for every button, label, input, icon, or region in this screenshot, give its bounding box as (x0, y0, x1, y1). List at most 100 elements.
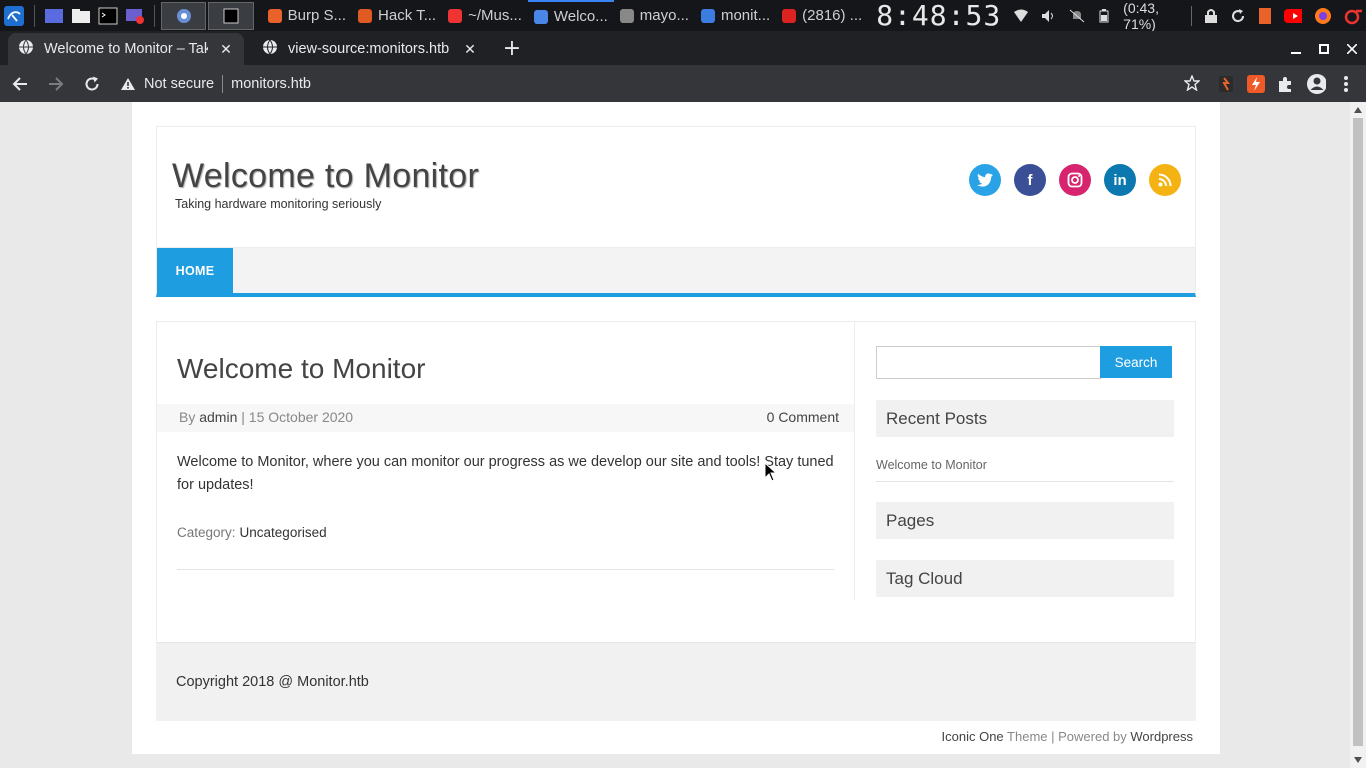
pages-title: Pages (876, 502, 1174, 539)
rss-icon[interactable] (1149, 164, 1181, 196)
linkedin-icon[interactable]: in (1104, 164, 1136, 196)
page-viewport: Welcome to Monitor Taking hardware monit… (0, 102, 1350, 768)
extensions-area (1216, 73, 1356, 94)
close-icon[interactable]: ✕ (462, 41, 478, 57)
wappalyzer-extension-icon[interactable] (1246, 74, 1266, 94)
maximize-icon[interactable] (1310, 44, 1338, 54)
recent-post-link[interactable]: Welcome to Monitor (876, 458, 987, 472)
wifi-icon[interactable] (1013, 7, 1029, 25)
recent-posts-divider (876, 481, 1174, 482)
post-date[interactable]: 15 October 2020 (249, 409, 353, 425)
site-title[interactable]: Welcome to Monitor (172, 157, 479, 196)
back-button[interactable] (4, 68, 36, 100)
window-controls (1282, 33, 1366, 65)
terminal-icon[interactable] (97, 4, 118, 28)
notifications-muted-icon[interactable] (1069, 7, 1085, 25)
app-tray-icon[interactable] (1344, 7, 1363, 25)
taskbar-task[interactable]: Burp S... (262, 0, 352, 31)
facebook-icon[interactable]: f (1014, 164, 1046, 196)
new-tab-button[interactable]: + (498, 34, 526, 62)
reload-button[interactable] (76, 68, 108, 100)
scroll-up-icon[interactable] (1350, 102, 1366, 118)
app-icon (533, 9, 548, 24)
nav-home[interactable]: HOME (157, 248, 233, 294)
search-form: Search (876, 346, 1172, 379)
taskbar-task[interactable]: ~/Mus... (442, 0, 528, 31)
recent-posts-title: Recent Posts (876, 400, 1174, 437)
youtube-tray-icon[interactable] (1284, 7, 1303, 25)
firefox-tray-icon[interactable] (1314, 7, 1332, 25)
scroll-down-icon[interactable] (1350, 752, 1366, 768)
kali-menu-icon[interactable] (3, 4, 25, 28)
taskbar-task[interactable]: mayo... (614, 0, 695, 31)
close-icon[interactable]: ✕ (218, 41, 234, 57)
search-button[interactable]: Search (1100, 346, 1172, 378)
footer-credits: Iconic One Theme | Powered by Wordpress (942, 729, 1193, 744)
bookmark-star-icon[interactable] (1183, 73, 1201, 95)
page-scrollbar[interactable] (1350, 102, 1366, 768)
category-link[interactable]: Uncategorised (240, 525, 327, 540)
content-area: Welcome to Monitor By admin | 15 October… (156, 321, 1196, 641)
tab-view-source[interactable]: view-source:monitors.htb ✕ (252, 33, 488, 65)
menu-kebab-icon[interactable] (1336, 74, 1356, 94)
lock-icon[interactable] (1204, 7, 1218, 25)
battery-status: (0:43, 71%) (1123, 0, 1159, 32)
taskbar-task-label: mayo... (639, 7, 689, 24)
volume-icon[interactable] (1041, 7, 1057, 25)
screen-recorder-icon[interactable] (124, 4, 145, 28)
app-icon (782, 8, 797, 23)
app-icon (619, 8, 634, 23)
system-tray: (0:43, 71%) (1009, 0, 1366, 32)
workspace-1[interactable] (160, 1, 207, 30)
url-text[interactable]: monitors.htb (231, 76, 311, 92)
site-tagline: Taking hardware monitoring seriously (175, 197, 382, 211)
burp-tray-icon[interactable] (1258, 7, 1272, 25)
instagram-icon[interactable] (1059, 164, 1091, 196)
refresh-session-icon[interactable] (1230, 7, 1246, 25)
os-taskbar: Burp S... Hack T... ~/Mus... Welco... mayo..… (0, 0, 1366, 32)
files-icon[interactable] (71, 4, 92, 28)
taskbar-task-label: (2816) ... (802, 7, 863, 24)
mouse-cursor-icon (764, 462, 778, 482)
search-input[interactable] (876, 346, 1101, 379)
taskbar-task[interactable]: Hack T... (352, 0, 442, 31)
category-label: Category: (177, 525, 236, 540)
post-comments-link[interactable]: 0 Comment (767, 409, 839, 425)
twitter-icon[interactable] (969, 164, 1001, 196)
scrollbar-thumb[interactable] (1353, 118, 1363, 746)
post-meta: By admin | 15 October 2020 0 Comment (157, 404, 854, 432)
taskbar-task[interactable]: monit... (695, 0, 776, 31)
post-author-link[interactable]: admin (199, 409, 237, 425)
post-title[interactable]: Welcome to Monitor (177, 353, 425, 385)
tab-title: view-source:monitors.htb (288, 41, 450, 57)
tab-welcome[interactable]: Welcome to Monitor – Tak ✕ (8, 33, 244, 65)
address-bar[interactable]: Not secure monitors.htb (120, 69, 1208, 99)
taskbar-task-label: monit... (720, 7, 771, 24)
battery-icon (1097, 7, 1111, 25)
taskbar-task[interactable]: Welco... (527, 0, 614, 31)
clock: 8:48:53 (876, 0, 1002, 32)
taskbar-separator (154, 4, 155, 27)
omnibox-divider (222, 74, 224, 93)
forward-button[interactable] (40, 68, 72, 100)
post-column: Welcome to Monitor By admin | 15 October… (157, 322, 855, 600)
taskbar-task[interactable]: (2816) ... (776, 0, 868, 31)
post-category: Category: Uncategorised (177, 525, 327, 540)
burp-extension-icon[interactable] (1216, 74, 1236, 94)
main-navigation: HOME (156, 247, 1196, 297)
extensions-puzzle-icon[interactable] (1276, 74, 1296, 94)
theme-link[interactable]: Iconic One (942, 729, 1004, 744)
post-body: Welcome to Monitor, where you can monito… (177, 454, 834, 493)
profile-avatar-icon[interactable] (1306, 73, 1326, 94)
copyright-text: Copyright 2018 @ Monitor.htb (176, 674, 369, 690)
desktop-icon[interactable] (44, 4, 65, 28)
post-byline: By admin | 15 October 2020 (179, 409, 353, 425)
taskbar-task-label: Hack T... (378, 7, 437, 24)
taskbar-separator (34, 4, 35, 27)
wordpress-link[interactable]: Wordpress (1130, 729, 1193, 744)
minimize-icon[interactable] (1282, 44, 1310, 54)
warning-icon[interactable] (120, 77, 136, 91)
not-secure-label[interactable]: Not secure (144, 76, 214, 92)
close-window-icon[interactable] (1338, 44, 1366, 54)
workspace-2[interactable] (208, 1, 254, 30)
